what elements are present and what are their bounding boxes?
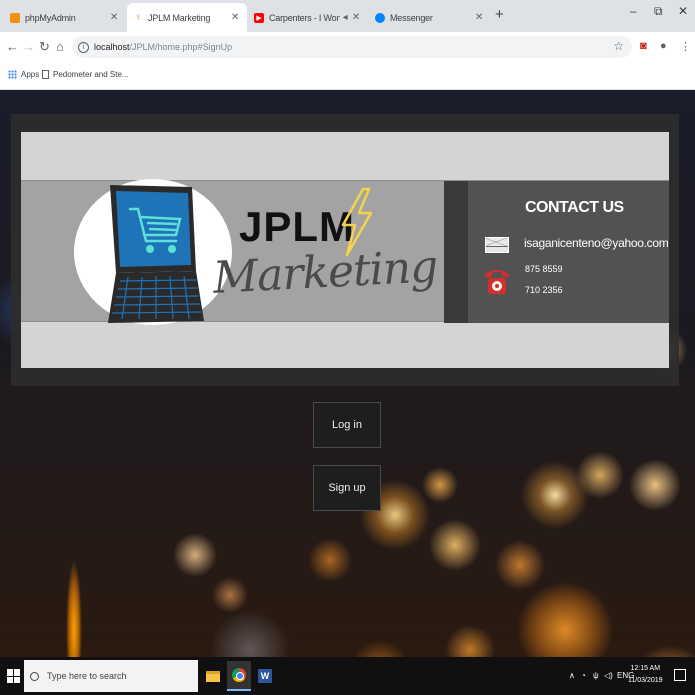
reload-icon[interactable]: ↻ [39, 39, 50, 55]
close-icon[interactable]: ✕ [350, 12, 362, 23]
contact-phone-2: 710 2356 [525, 285, 563, 295]
header-banner: JPLM Marketing CONTACT US isaganicenteno… [21, 132, 669, 368]
search-placeholder: Type here to search [47, 671, 127, 681]
info-icon[interactable]: i [78, 41, 89, 53]
tray-chevron-icon[interactable]: ∧ [569, 671, 575, 680]
logo-jplm: JPLM [239, 203, 356, 250]
tab-jplm-marketing[interactable]: ♀ JPLM Marketing ✕ [127, 3, 247, 32]
bookmark-star-icon[interactable]: ☆ [613, 39, 624, 53]
audio-icon[interactable]: ◂ [340, 12, 350, 23]
taskbar-chrome[interactable] [227, 661, 251, 691]
login-button[interactable]: Log in [313, 402, 381, 448]
contact-phone-1: 875 8559 [525, 264, 563, 274]
bookmark-label: Pedometer and Ste... [53, 70, 129, 79]
signup-button[interactable]: Sign up [313, 465, 381, 511]
home-icon[interactable]: ⌂ [56, 39, 64, 54]
address-bar[interactable]: i localhost /JPLM/home.php#SignUp ☆ [72, 36, 632, 58]
envelope-icon [485, 237, 509, 253]
windows-taskbar: Type here to search W ∧ ◔ ψ ◁) ENG 12:15… [0, 657, 695, 695]
messenger-icon [375, 12, 385, 23]
header-banner-frame: JPLM Marketing CONTACT US isaganicenteno… [11, 114, 679, 386]
chrome-icon [232, 668, 246, 682]
search-icon [30, 671, 39, 681]
new-tab-button[interactable]: + [495, 6, 504, 23]
bookmarks-bar: Apps Pedometer and Ste... [0, 62, 695, 90]
forward-icon[interactable]: → [22, 39, 35, 54]
phpmyadmin-icon [10, 12, 20, 23]
clock-date: 11/03/2019 [628, 677, 663, 684]
tab-strip: phpMyAdmin ✕ ♀ JPLM Marketing ✕ ▶ Carpen… [0, 0, 695, 32]
contact-title: CONTACT US [525, 199, 624, 216]
bookmark-apps[interactable]: Apps [8, 70, 39, 79]
logo-marketing: Marketing [211, 241, 439, 304]
telephone-icon [485, 270, 509, 294]
word-icon: W [258, 669, 272, 683]
tab-youtube[interactable]: ▶ Carpenters - I Won't Last A D ◂ ✕ [248, 3, 368, 32]
volume-icon[interactable]: ◁) [604, 671, 613, 680]
youtube-icon: ▶ [254, 12, 264, 23]
bulb-icon: ♀ [133, 12, 143, 23]
tab-title: phpMyAdmin [25, 12, 76, 23]
browser-toolbar: ← → ↻ ⌂ i localhost /JPLM/home.php#SignU… [0, 32, 695, 62]
close-window-button[interactable]: ✕ [678, 4, 688, 18]
page-icon [42, 70, 49, 79]
power-icon[interactable]: ψ [593, 671, 599, 680]
url-host: localhost [94, 42, 130, 52]
close-icon[interactable]: ✕ [229, 12, 241, 23]
tab-title: Messenger [390, 12, 433, 23]
contact-panel: CONTACT US isaganicenteno@yahoo.com 875 … [468, 181, 669, 323]
menu-kebab-icon[interactable]: ⋮ [680, 40, 691, 53]
extension-icon[interactable]: ◙ [640, 40, 647, 52]
banner-band: JPLM Marketing CONTACT US isaganicenteno… [21, 179, 669, 325]
clock[interactable]: 12:15 AM 11/03/2019 [628, 663, 663, 687]
url-path: /JPLM/home.php#SignUp [129, 42, 233, 52]
close-icon[interactable]: ✕ [473, 12, 485, 23]
contact-email: isaganicenteno@yahoo.com [524, 236, 669, 250]
restore-button[interactable]: ⧉ [654, 4, 663, 19]
folder-icon [206, 670, 220, 682]
tab-title: Carpenters - I Won't Last A D [269, 12, 340, 23]
close-icon[interactable]: ✕ [108, 12, 120, 23]
taskbar-file-explorer[interactable] [201, 661, 225, 691]
taskbar-search-input[interactable]: Type here to search [24, 660, 198, 692]
windows-start-icon[interactable] [7, 669, 21, 683]
bookmark-pedometer[interactable]: Pedometer and Ste... [42, 70, 129, 79]
laptop-cart-icon [108, 185, 204, 323]
minimize-button[interactable]: – [630, 4, 637, 18]
profile-avatar-icon[interactable]: ● [660, 40, 667, 52]
contact-divider [444, 181, 468, 323]
network-icon[interactable]: ◔ [581, 671, 586, 680]
tab-messenger[interactable]: Messenger ✕ [369, 3, 491, 32]
taskbar-word[interactable]: W [253, 661, 277, 691]
back-icon[interactable]: ← [6, 39, 19, 54]
apps-grid-icon [8, 70, 17, 79]
page-background: JPLM Marketing CONTACT US isaganicenteno… [0, 90, 695, 657]
tab-title: JPLM Marketing [148, 12, 211, 23]
tab-phpmyadmin[interactable]: phpMyAdmin ✕ [4, 3, 126, 32]
notification-icon[interactable] [674, 669, 686, 681]
clock-time: 12:15 AM [630, 665, 661, 672]
bookmark-label: Apps [21, 70, 40, 79]
